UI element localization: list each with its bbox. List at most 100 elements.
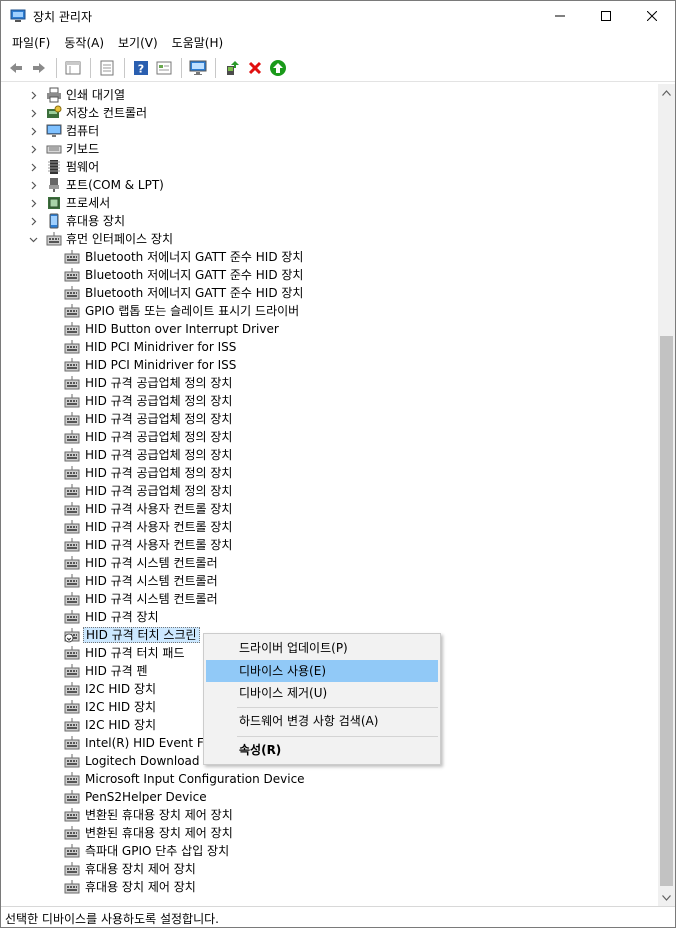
tree-device-row[interactable]: HID 규격 공급업체 정의 장치: [2, 392, 652, 410]
toolbar-separator: [215, 57, 216, 78]
tree-device-row[interactable]: HID 규격 사용자 컨트롤 장치: [2, 500, 652, 518]
tree-device-label: I2C HID 장치: [85, 718, 157, 732]
menu-update-driver[interactable]: 드라이버 업데이트(P): [206, 637, 438, 659]
hid-device-icon: [64, 249, 80, 265]
menu-enable-device[interactable]: 디바이스 사용(E): [206, 660, 438, 682]
chevron-right-icon[interactable]: [28, 144, 38, 154]
close-button[interactable]: [629, 1, 675, 31]
tree-device-row[interactable]: HID 규격 시스템 컨트롤러: [2, 554, 652, 572]
chevron-right-icon[interactable]: [28, 180, 38, 190]
enable-device-icon: [270, 59, 286, 76]
tree-device-row[interactable]: Bluetooth 저에너지 GATT 준수 HID 장치: [2, 248, 652, 266]
hid-device-icon: [64, 321, 80, 337]
menu-help[interactable]: 도움말(H): [165, 31, 231, 53]
forward-button[interactable]: [28, 57, 50, 79]
tree-category-label: 휴먼 인터페이스 장치: [66, 232, 173, 246]
tree-category-label: 저장소 컨트롤러: [66, 106, 148, 120]
tree-category-row[interactable]: 인쇄 대기열: [2, 86, 652, 104]
tree-device-row[interactable]: HID 규격 공급업체 정의 장치: [2, 428, 652, 446]
chevron-down-icon[interactable]: [28, 234, 38, 244]
menu-properties[interactable]: 속성(R): [206, 739, 438, 761]
back-button[interactable]: [5, 57, 27, 79]
disabled-hid-device-icon: [64, 627, 80, 643]
tree-device-label: HID 규격 사용자 컨트롤 장치: [85, 538, 233, 552]
tree-device-label: Bluetooth 저에너지 GATT 준수 HID 장치: [85, 268, 304, 282]
menu-bar: 파일(F) 동작(A) 보기(V) 도움말(H): [1, 31, 675, 53]
monitor-icon: [189, 60, 207, 75]
scroll-up-button[interactable]: [658, 84, 675, 101]
hid-device-icon: [64, 393, 80, 409]
scan-hardware-button[interactable]: [187, 57, 209, 79]
scroll-down-button[interactable]: [658, 889, 675, 906]
hid-device-icon: [64, 285, 80, 301]
tree-device-row[interactable]: HID PCI Minidriver for ISS: [2, 338, 652, 356]
tree-device-row[interactable]: 변환된 휴대용 장치 제어 장치: [2, 824, 652, 842]
maximize-button[interactable]: [583, 1, 629, 31]
tree-device-row[interactable]: HID 규격 공급업체 정의 장치: [2, 446, 652, 464]
tree-category-row[interactable]: 펌웨어: [2, 158, 652, 176]
enable-device-button[interactable]: [267, 57, 289, 79]
tree-device-row[interactable]: Bluetooth 저에너지 GATT 준수 HID 장치: [2, 266, 652, 284]
menu-scan-hardware[interactable]: 하드웨어 변경 사항 검색(A): [206, 710, 438, 732]
update-driver-icon: [227, 60, 239, 75]
vertical-scrollbar[interactable]: [658, 84, 675, 906]
tree-device-row[interactable]: HID 규격 시스템 컨트롤러: [2, 572, 652, 590]
chevron-right-icon[interactable]: [28, 90, 38, 100]
hid-device-icon: [64, 663, 80, 679]
tree-device-row[interactable]: 휴대용 장치 제어 장치: [2, 860, 652, 878]
tree-category-row[interactable]: 포트(COM & LPT): [2, 176, 652, 194]
tree-device-row[interactable]: GPIO 랩톱 또는 슬레이트 표시기 드라이버: [2, 302, 652, 320]
tree-category-label: 인쇄 대기열: [66, 88, 126, 102]
menu-uninstall-device[interactable]: 디바이스 제거(U): [206, 682, 438, 704]
tree-category-row[interactable]: 휴대용 장치: [2, 212, 652, 230]
tree-device-row[interactable]: HID 규격 사용자 컨트롤 장치: [2, 518, 652, 536]
tree-device-row[interactable]: HID PCI Minidriver for ISS: [2, 356, 652, 374]
toolbar-separator: [56, 57, 57, 78]
tree-device-row[interactable]: HID 규격 공급업체 정의 장치: [2, 410, 652, 428]
tree-view-button[interactable]: [62, 57, 84, 79]
minimize-button[interactable]: [537, 1, 583, 31]
hid-device-icon: [64, 717, 80, 733]
uninstall-button[interactable]: [244, 57, 266, 79]
tree-device-row[interactable]: Bluetooth 저에너지 GATT 준수 HID 장치: [2, 284, 652, 302]
tree-device-row[interactable]: 휴대용 장치 제어 장치: [2, 878, 652, 896]
menu-view[interactable]: 보기(V): [111, 31, 165, 53]
chevron-right-icon[interactable]: [28, 198, 38, 208]
tree-device-row[interactable]: HID 규격 공급업체 정의 장치: [2, 464, 652, 482]
tree-device-row[interactable]: HID 규격 사용자 컨트롤 장치: [2, 536, 652, 554]
tree-category-row[interactable]: 키보드: [2, 140, 652, 158]
tree-device-label: 변환된 휴대용 장치 제어 장치: [85, 826, 233, 840]
menu-action[interactable]: 동작(A): [57, 31, 111, 53]
menu-file[interactable]: 파일(F): [5, 31, 57, 53]
tree-device-row[interactable]: PenS2Helper Device: [2, 788, 652, 806]
scroll-thumb[interactable]: [660, 336, 673, 886]
tree-device-row[interactable]: 변환된 휴대용 장치 제어 장치: [2, 806, 652, 824]
tree-device-row[interactable]: 측파대 GPIO 단추 삽입 장치: [2, 842, 652, 860]
tree-device-row[interactable]: HID Button over Interrupt Driver: [2, 320, 652, 338]
tree-device-row[interactable]: HID 규격 공급업체 정의 장치: [2, 374, 652, 392]
tree-category-row[interactable]: 저장소 컨트롤러: [2, 104, 652, 122]
hid-device-icon: [64, 771, 80, 787]
menu-separator: [237, 736, 438, 737]
tree-device-row[interactable]: HID 규격 장치: [2, 608, 652, 626]
tree-category-row[interactable]: 컴퓨터: [2, 122, 652, 140]
update-driver-button[interactable]: [221, 57, 243, 79]
tree-device-row[interactable]: HID 규격 시스템 컨트롤러: [2, 590, 652, 608]
toolbar-separator: [124, 57, 125, 78]
help-button[interactable]: ?: [130, 57, 152, 79]
tree-device-label: PenS2Helper Device: [85, 790, 207, 804]
chevron-right-icon[interactable]: [28, 126, 38, 136]
device-tree[interactable]: 인쇄 대기열저장소 컨트롤러컴퓨터 키보드 펌웨어 포트(COM & LPT) 프로세서…: [2, 84, 658, 906]
tree-device-label: Logitech Download A: [85, 754, 212, 768]
tree-device-row[interactable]: Microsoft Input Configuration Device: [2, 770, 652, 788]
chevron-right-icon[interactable]: [28, 216, 38, 226]
hid-device-icon: [64, 645, 80, 661]
hid-device-icon: [64, 375, 80, 391]
chevron-right-icon[interactable]: [28, 162, 38, 172]
view-button[interactable]: [153, 57, 175, 79]
properties-button[interactable]: [96, 57, 118, 79]
tree-device-row[interactable]: HID 규격 공급업체 정의 장치: [2, 482, 652, 500]
tree-category-row[interactable]: 프로세서: [2, 194, 652, 212]
chevron-right-icon[interactable]: [28, 108, 38, 118]
tree-category-row-expanded[interactable]: 휴먼 인터페이스 장치: [2, 230, 652, 248]
